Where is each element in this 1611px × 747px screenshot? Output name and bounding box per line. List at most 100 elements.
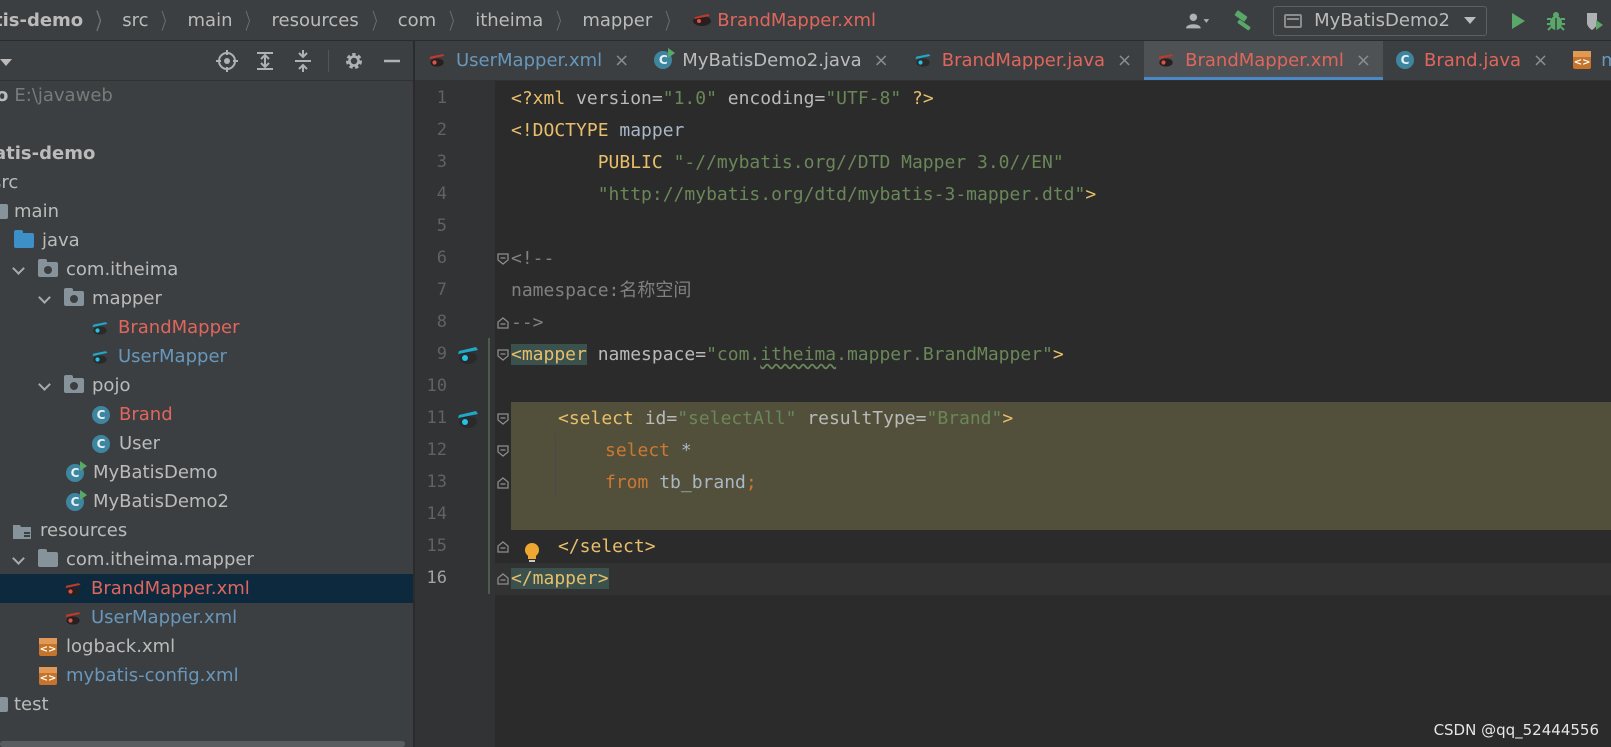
coverage-shield-icon[interactable] bbox=[1581, 8, 1607, 34]
tab-brandmapper-xml[interactable]: BrandMapper.xml × bbox=[1144, 41, 1383, 80]
line-number: 9 bbox=[436, 344, 447, 364]
collapse-all-icon[interactable] bbox=[290, 48, 316, 74]
mybatis-mapper-icon bbox=[913, 50, 933, 70]
code-line-8[interactable]: --> bbox=[511, 307, 544, 339]
project-tool-window: o E:\javaweb atis-demo src main java com… bbox=[0, 41, 414, 747]
chevron-down-icon[interactable] bbox=[38, 379, 52, 393]
fold-icon[interactable] bbox=[496, 476, 510, 490]
code-editor[interactable]: 1 2 3 4 5 6 7 8 9 10 11 12 13 14 15 16 <… bbox=[415, 81, 1611, 747]
toolbar-divider bbox=[328, 50, 329, 72]
fold-icon[interactable] bbox=[496, 348, 510, 362]
code-line-15[interactable]: </select> bbox=[558, 531, 656, 563]
tree-item-logback-xml[interactable]: <> logback.xml bbox=[0, 632, 413, 661]
locate-target-icon[interactable] bbox=[214, 48, 240, 74]
resources-folder-icon bbox=[12, 521, 32, 541]
scrollbar-thumb[interactable] bbox=[0, 741, 405, 747]
horizontal-scrollbar[interactable] bbox=[0, 741, 413, 747]
code-line-1[interactable]: <?xml version="1.0" encoding="UTF-8" ?> bbox=[511, 83, 934, 115]
tree-item-project-root[interactable]: o E:\javaweb bbox=[0, 81, 413, 110]
fold-icon[interactable] bbox=[496, 444, 510, 458]
tree-item-mybatisdemo[interactable]: C MyBatisDemo bbox=[0, 458, 413, 487]
tree-item-com-itheima-mapper[interactable]: com.itheima.mapper bbox=[0, 545, 413, 574]
tree-item-user[interactable]: C User bbox=[0, 429, 413, 458]
code-line-12[interactable]: select * bbox=[605, 435, 692, 467]
tab-mybatisdemo2-java[interactable]: C MyBatisDemo2.java × bbox=[641, 41, 900, 80]
tree-item-java[interactable]: java bbox=[0, 226, 413, 255]
breadcrumb-item-src[interactable]: src 〉 bbox=[122, 0, 187, 41]
tree-item-usermapper-xml[interactable]: UserMapper.xml bbox=[0, 603, 413, 632]
fold-icon[interactable] bbox=[496, 540, 510, 554]
fold-icon[interactable] bbox=[496, 572, 510, 586]
close-icon[interactable]: × bbox=[1356, 50, 1371, 71]
code-line-11[interactable]: <select id="selectAll" resultType="Brand… bbox=[558, 403, 1013, 435]
close-icon[interactable]: × bbox=[874, 50, 889, 71]
lightbulb-icon[interactable] bbox=[522, 541, 542, 565]
code-line-4[interactable]: "http://mybatis.org/dtd/mybatis-3-mapper… bbox=[511, 179, 1097, 211]
breadcrumb-item-resources[interactable]: resources 〉 bbox=[272, 0, 398, 41]
tree-item-src[interactable]: src bbox=[0, 168, 413, 197]
tree-item-usermapper[interactable]: UserMapper bbox=[0, 342, 413, 371]
mybatis-navigate-icon[interactable] bbox=[455, 342, 481, 368]
tree-item-mapper-package[interactable]: mapper bbox=[0, 284, 413, 313]
fold-icon[interactable] bbox=[496, 412, 510, 426]
build-hammer-icon[interactable] bbox=[1231, 8, 1257, 34]
tree-item-main[interactable]: main bbox=[0, 197, 413, 226]
tree-item-pojo[interactable]: pojo bbox=[0, 371, 413, 400]
breadcrumb-item-project[interactable]: tis-demo 〉 bbox=[0, 0, 122, 41]
code-line-3[interactable]: PUBLIC "-//mybatis.org//DTD Mapper 3.0//… bbox=[511, 147, 1064, 179]
class-icon: C bbox=[91, 434, 111, 454]
code-line-2[interactable]: <!DOCTYPE mapper bbox=[511, 115, 684, 147]
code-line-13[interactable]: from tb_brand; bbox=[605, 467, 757, 499]
fold-icon[interactable] bbox=[496, 252, 510, 266]
tab-brandmapper-java[interactable]: BrandMapper.java × bbox=[901, 41, 1144, 80]
breadcrumb-separator: 〉 bbox=[556, 10, 569, 35]
tree-item-module[interactable]: atis-demo bbox=[0, 139, 413, 168]
line-number: 12 bbox=[426, 440, 447, 460]
minimize-icon[interactable] bbox=[379, 48, 405, 74]
chevron-down-icon[interactable] bbox=[38, 292, 52, 306]
breadcrumb-item-com[interactable]: com 〉 bbox=[398, 0, 475, 41]
tree-item-mybatisdemo2[interactable]: C MyBatisDemo2 bbox=[0, 487, 413, 516]
fold-icon[interactable] bbox=[496, 316, 510, 330]
run-config-icon bbox=[1284, 13, 1303, 28]
tree-item-com-itheima[interactable]: com.itheima bbox=[0, 255, 413, 284]
folder-icon bbox=[0, 695, 8, 715]
line-number: 16 bbox=[426, 568, 447, 588]
tree-item-brandmapper-xml[interactable]: BrandMapper.xml bbox=[0, 574, 413, 603]
code-line-7[interactable]: namespace:名称空间 bbox=[511, 275, 691, 307]
close-icon[interactable]: × bbox=[1533, 50, 1548, 71]
breadcrumb-item-mapper[interactable]: mapper 〉 bbox=[582, 0, 691, 41]
vcs-change-marker[interactable] bbox=[488, 338, 490, 594]
expand-all-icon[interactable] bbox=[252, 48, 278, 74]
code-line-9[interactable]: <mapper namespace="com.itheima.mapper.Br… bbox=[511, 339, 1064, 371]
tab-brand-java[interactable]: C Brand.java × bbox=[1383, 41, 1560, 80]
line-number: 6 bbox=[436, 248, 447, 268]
tree-item-resources[interactable]: resources bbox=[0, 516, 413, 545]
breadcrumb-item-itheima[interactable]: itheima 〉 bbox=[475, 0, 582, 41]
tab-mybatis-config-xml[interactable]: <> myba bbox=[1560, 41, 1611, 80]
tree-item-mybatis-config-xml[interactable]: <> mybatis-config.xml bbox=[0, 661, 413, 690]
breadcrumb-item-main[interactable]: main 〉 bbox=[188, 0, 272, 41]
runnable-class-icon: C bbox=[653, 48, 676, 70]
code-line-6[interactable]: <!-- bbox=[511, 243, 554, 275]
run-icon[interactable] bbox=[1505, 8, 1531, 34]
mybatis-navigate-icon[interactable] bbox=[455, 406, 481, 432]
view-dropdown-icon[interactable] bbox=[0, 59, 12, 66]
tab-usermapper-xml[interactable]: UserMapper.xml × bbox=[415, 41, 641, 80]
project-toolbar bbox=[0, 41, 413, 81]
tree-item-brand[interactable]: C Brand bbox=[0, 400, 413, 429]
tree-item-brandmapper[interactable]: BrandMapper bbox=[0, 313, 413, 342]
close-icon[interactable]: × bbox=[1117, 50, 1132, 71]
debug-bug-icon[interactable] bbox=[1543, 8, 1569, 34]
close-icon[interactable]: × bbox=[614, 50, 629, 71]
line-number: 14 bbox=[426, 504, 447, 524]
gear-icon[interactable] bbox=[341, 48, 367, 74]
line-number: 3 bbox=[436, 152, 447, 172]
chevron-down-icon[interactable] bbox=[12, 553, 26, 567]
breadcrumb-item-file[interactable]: BrandMapper.xml bbox=[691, 0, 876, 41]
tree-item-test[interactable]: test bbox=[0, 690, 413, 719]
chevron-down-icon[interactable] bbox=[12, 263, 26, 277]
user-account-icon[interactable] bbox=[1185, 8, 1211, 34]
run-configuration-selector[interactable]: MyBatisDemo2 bbox=[1273, 5, 1487, 36]
code-line-16[interactable]: </mapper> bbox=[511, 563, 609, 595]
